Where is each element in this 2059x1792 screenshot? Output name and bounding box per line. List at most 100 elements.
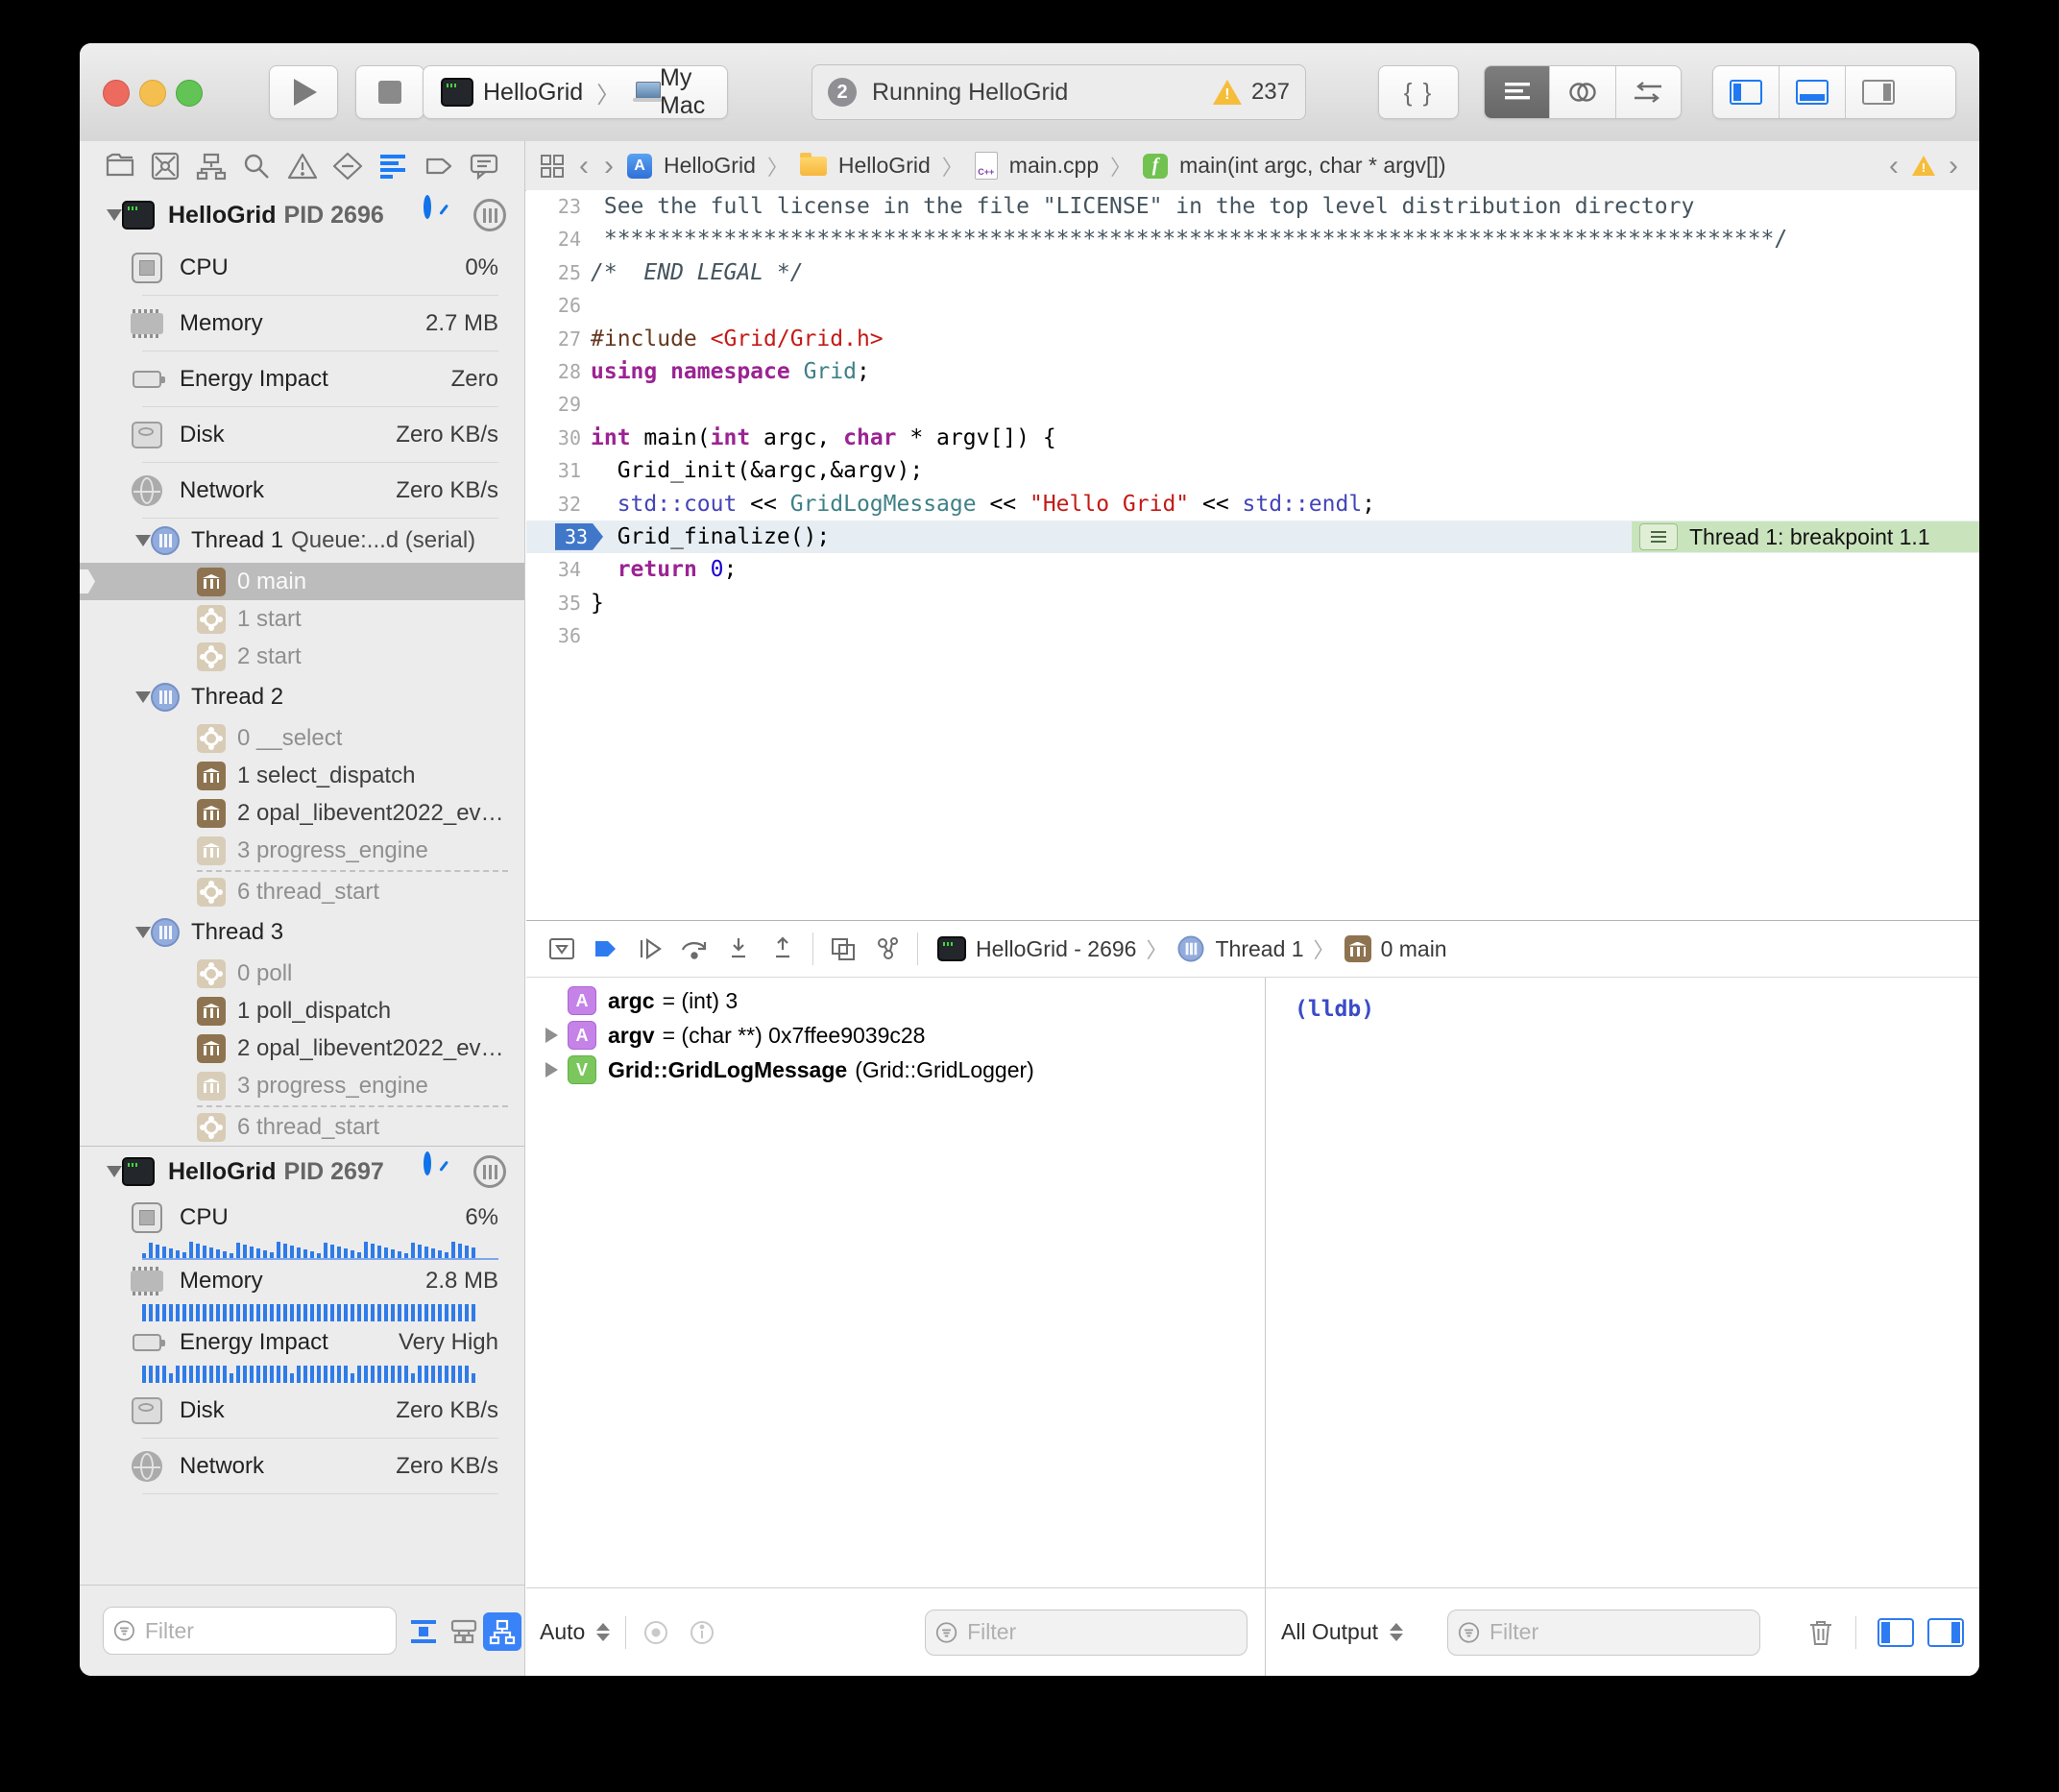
thread-row[interactable]: Thread 3 — [80, 910, 524, 955]
step-into-button[interactable] — [716, 930, 761, 968]
console-view[interactable]: (lldb) — [1266, 978, 1979, 1588]
tab-test-navigator[interactable] — [332, 152, 363, 181]
disclosure-triangle-icon[interactable] — [107, 1166, 122, 1177]
variable-row[interactable]: Aargv= (char **) 0x7ffee9039c28 — [526, 1018, 1265, 1053]
stat-row-disk[interactable]: DiskZero KB/s — [80, 407, 524, 463]
show-variables-view-button[interactable] — [1877, 1618, 1914, 1647]
thread-row[interactable]: Thread 1Queue:...d (serial) — [80, 519, 524, 563]
console-scope-popup[interactable]: All Output — [1281, 1619, 1403, 1645]
variables-filter-field[interactable] — [925, 1610, 1248, 1656]
process-header[interactable]: HelloGridPID 2697 — [80, 1147, 524, 1197]
activity-status-view[interactable]: 2 Running HelloGrid 237 — [811, 64, 1306, 120]
warning-icon[interactable] — [1912, 156, 1935, 176]
stat-row-energy-impact[interactable]: Energy ImpactZero — [80, 351, 524, 407]
next-issue-button[interactable]: › — [1947, 152, 1960, 181]
stack-frame-row[interactable]: 1 poll_dispatch — [80, 992, 524, 1029]
disclosure-triangle-icon[interactable] — [545, 1062, 558, 1078]
variables-scope-popup[interactable]: Auto — [540, 1619, 610, 1645]
stack-frame-row[interactable]: 2 opal_libevent2022_ev… — [80, 794, 524, 832]
tab-breakpoint-navigator[interactable] — [424, 152, 454, 181]
clear-console-button[interactable] — [1807, 1618, 1834, 1647]
show-paused-threads-button[interactable] — [404, 1612, 443, 1651]
previous-issue-button[interactable]: ‹ — [1887, 152, 1901, 181]
thread-row[interactable]: Thread 2 — [80, 675, 524, 719]
jumpbar-project[interactable]: HelloGrid — [664, 153, 756, 179]
stat-row-network[interactable]: NetworkZero KB/s — [80, 463, 524, 519]
stat-row-cpu[interactable]: CPU0% — [80, 240, 524, 296]
tab-project-navigator[interactable] — [105, 152, 135, 181]
hide-debug-area-button[interactable] — [540, 930, 584, 968]
disclosure-triangle-icon[interactable] — [135, 691, 151, 703]
stack-frame-row[interactable]: 6 thread_start — [80, 1108, 524, 1146]
stat-row-disk[interactable]: DiskZero KB/s — [80, 1383, 524, 1439]
toggle-inspector-button[interactable] — [1846, 66, 1911, 118]
variable-row[interactable]: VGrid::GridLogMessage(Grid::GridLogger) — [526, 1053, 1265, 1087]
breadcrumb-thread[interactable]: Thread 1 — [1215, 936, 1303, 962]
debug-view-hierarchy-button[interactable] — [821, 930, 865, 968]
minimize-window-button[interactable] — [139, 80, 166, 107]
step-out-button[interactable] — [761, 930, 805, 968]
stack-frame-row[interactable]: 3 progress_engine — [80, 832, 524, 869]
stack-frame-row[interactable]: 6 thread_start — [80, 873, 524, 910]
tab-debug-navigator[interactable] — [377, 152, 408, 181]
toggle-debug-area-button[interactable] — [1780, 66, 1846, 118]
continue-button[interactable] — [628, 930, 672, 968]
stack-frame-row[interactable]: 0 __select — [80, 719, 524, 757]
stack-frame-row[interactable]: 2 opal_libevent2022_ev… — [80, 1029, 524, 1067]
quicklook-button[interactable] — [642, 1618, 670, 1647]
standard-editor-button[interactable] — [1485, 66, 1550, 118]
step-over-button[interactable] — [672, 930, 716, 968]
assistant-editor-button[interactable] — [1550, 66, 1615, 118]
process-header[interactable]: HelloGridPID 2696 — [80, 190, 524, 240]
toggle-navigator-button[interactable] — [1713, 66, 1780, 118]
show-stack-frames-with-symbols-button[interactable] — [483, 1612, 521, 1651]
disclosure-triangle-icon[interactable] — [135, 927, 151, 938]
jumpbar-symbol[interactable]: main(int argc, char * argv[]) — [1179, 153, 1445, 179]
console-filter-field[interactable] — [1447, 1610, 1760, 1656]
variable-row[interactable]: Aargc= (int) 3 — [526, 983, 1265, 1018]
disclosure-triangle-icon[interactable] — [545, 1028, 558, 1043]
stat-row-cpu[interactable]: CPU6% — [80, 1197, 524, 1239]
activity-button[interactable] — [473, 1155, 506, 1188]
breakpoints-enabled-button[interactable] — [584, 930, 628, 968]
tab-symbol-navigator[interactable] — [196, 152, 227, 181]
info-button[interactable] — [688, 1618, 716, 1647]
issues-summary[interactable]: 237 — [1213, 79, 1290, 106]
related-items-icon[interactable] — [539, 153, 566, 180]
profile-in-instruments-button[interactable] — [424, 1155, 431, 1173]
scheme-selector[interactable]: HelloGrid 〉 My Mac — [423, 65, 728, 119]
zoom-window-button[interactable] — [176, 80, 203, 107]
stat-row-energy-impact[interactable]: Energy ImpactVery High — [80, 1321, 524, 1364]
activity-button[interactable] — [473, 199, 506, 231]
navigator-filter-field[interactable] — [103, 1607, 397, 1655]
stat-row-memory[interactable]: Memory2.7 MB — [80, 296, 524, 351]
breadcrumb-process[interactable]: HelloGrid - 2696 — [976, 936, 1136, 962]
forward-button[interactable]: › — [602, 152, 616, 181]
disclosure-triangle-icon[interactable] — [107, 209, 122, 221]
stack-frame-row[interactable]: 2 start — [80, 638, 524, 675]
code-snippets-button[interactable]: { } — [1378, 65, 1459, 119]
stack-frame-row[interactable]: 1 start — [80, 600, 524, 638]
profile-in-instruments-button[interactable] — [424, 199, 431, 216]
tab-find-navigator[interactable] — [241, 152, 272, 181]
debug-memory-graph-button[interactable] — [865, 930, 909, 968]
run-button[interactable] — [269, 65, 338, 119]
breadcrumb-frame[interactable]: 0 main — [1381, 936, 1447, 962]
stack-frame-row[interactable]: 3 progress_engine — [80, 1067, 524, 1104]
stack-frame-row[interactable]: 1 select_dispatch — [80, 757, 524, 794]
console-filter-input[interactable] — [1488, 1618, 1750, 1646]
breakpoint-annotation[interactable]: Thread 1: breakpoint 1.1 — [1632, 521, 1979, 552]
tab-source-control-navigator[interactable] — [150, 152, 181, 181]
tab-issue-navigator[interactable] — [287, 152, 318, 181]
version-editor-button[interactable] — [1616, 66, 1681, 118]
disclosure-triangle-icon[interactable] — [135, 535, 151, 546]
source-editor[interactable]: 23 See the full license in the file "LIC… — [526, 190, 1979, 920]
variables-filter-input[interactable] — [965, 1618, 1237, 1646]
view-process-by-queue-button[interactable] — [445, 1612, 483, 1651]
back-button[interactable]: ‹ — [577, 152, 591, 181]
stat-row-network[interactable]: NetworkZero KB/s — [80, 1439, 524, 1494]
show-console-view-button[interactable] — [1927, 1618, 1964, 1647]
stack-frame-row[interactable]: 0 poll — [80, 955, 524, 992]
jumpbar-folder[interactable]: HelloGrid — [838, 153, 931, 179]
navigator-filter-input[interactable] — [143, 1617, 386, 1645]
